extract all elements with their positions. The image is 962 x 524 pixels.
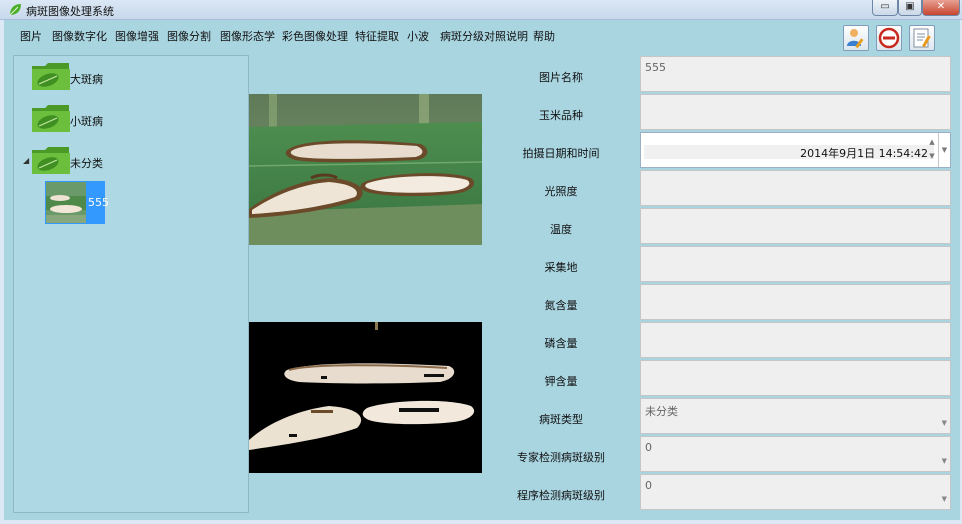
datetime-spinner[interactable]: ▲ ▼ [927, 135, 937, 165]
dropdown-arrow-icon[interactable]: ▼ [942, 457, 947, 465]
datetime-dropdown-icon[interactable]: ▼ [938, 133, 950, 167]
corn-variety-field[interactable] [640, 94, 951, 130]
menu-enhance[interactable]: 图像增强 [115, 28, 159, 44]
spin-up-icon[interactable]: ▲ [927, 135, 937, 149]
expert-grade-value: 0 [645, 441, 652, 454]
label-corn-variety: 玉米品种 [539, 109, 583, 122]
label-lesion-type: 病斑类型 [539, 413, 583, 426]
temperature-field[interactable] [640, 208, 951, 244]
program-grade-combobox[interactable]: 0 ▼ [640, 474, 951, 510]
user-edit-button[interactable] [843, 25, 869, 51]
menu-bar: 图片 图像数字化 图像增强 图像分割 图像形态学 彩色图像处理 特征提取 小波 … [4, 20, 960, 51]
collapse-arrow-icon[interactable]: ◢ [23, 156, 29, 165]
leaf-thumbnail [46, 182, 86, 223]
image-name-field[interactable]: 555 [640, 56, 951, 92]
label-capture-datetime: 拍摄日期和时间 [522, 147, 600, 160]
program-grade-value: 0 [645, 479, 652, 492]
illuminance-field[interactable] [640, 170, 951, 206]
label-phosphorus: 磷含量 [544, 337, 578, 350]
image-name-value: 555 [645, 61, 666, 74]
menu-feature-extraction[interactable]: 特征提取 [355, 28, 399, 44]
menu-image[interactable]: 图片 [20, 28, 42, 44]
dropdown-arrow-icon[interactable]: ▼ [942, 495, 947, 503]
label-collection-site: 采集地 [544, 261, 578, 274]
collection-site-field[interactable] [640, 246, 951, 282]
segmented-lesion-image [249, 322, 482, 473]
potassium-field[interactable] [640, 360, 951, 396]
tree-node-label: 小斑病 [70, 115, 103, 128]
title-bar: 病斑图像处理系统 ▭ ▣ ✕ [0, 0, 962, 20]
menu-help[interactable]: 帮助 [533, 28, 555, 44]
category-tree[interactable]: 大斑病 小斑病 ◢ 未分类 555 [13, 55, 249, 513]
datetime-input-area[interactable]: 2014年9月1日 14:54:42 [644, 145, 934, 160]
capture-datetime-value: 2014年9月1日 14:54:42 [800, 147, 928, 160]
menu-segment[interactable]: 图像分割 [167, 28, 211, 44]
label-image-name: 图片名称 [539, 71, 583, 84]
close-button[interactable]: ✕ [922, 0, 960, 16]
spin-down-icon[interactable]: ▼ [927, 149, 937, 163]
label-nitrogen: 氮含量 [544, 299, 578, 312]
original-leaf-image [249, 94, 482, 245]
app-leaf-icon [9, 4, 21, 16]
nitrogen-field[interactable] [640, 284, 951, 320]
lesion-type-value: 未分类 [645, 405, 678, 418]
folder-leaf-icon [32, 105, 70, 132]
minimize-button[interactable]: ▭ [872, 0, 898, 16]
window-title: 病斑图像处理系统 [26, 5, 114, 18]
menu-digitize[interactable]: 图像数字化 [52, 28, 107, 44]
dropdown-arrow-icon[interactable]: ▼ [942, 419, 947, 427]
lesion-type-combobox[interactable]: 未分类 ▼ [640, 398, 951, 434]
menu-grading-reference[interactable]: 病斑分级对照说明 [440, 28, 528, 44]
folder-leaf-icon [32, 147, 70, 174]
report-edit-button[interactable] [909, 25, 935, 51]
label-expert-grade: 专家检测病斑级别 [517, 451, 605, 464]
label-program-grade: 程序检测病斑级别 [517, 489, 605, 502]
expert-grade-combobox[interactable]: 0 ▼ [640, 436, 951, 472]
capture-datetime-picker[interactable]: 2014年9月1日 14:54:42 ▲ ▼ ▼ [640, 132, 951, 168]
tree-child-label: 555 [88, 196, 109, 209]
label-potassium: 钾含量 [544, 375, 578, 388]
label-temperature: 温度 [550, 223, 572, 236]
menu-wavelet[interactable]: 小波 [407, 28, 429, 44]
phosphorus-field[interactable] [640, 322, 951, 358]
folder-leaf-icon [32, 63, 70, 90]
tree-child-image-555[interactable]: 555 [45, 181, 109, 224]
label-illuminance: 光照度 [544, 185, 578, 198]
user-edit-icon [847, 29, 864, 49]
tree-node-label: 大斑病 [70, 73, 103, 86]
menu-morphology[interactable]: 图像形态学 [220, 28, 275, 44]
maximize-button[interactable]: ▣ [898, 0, 922, 16]
tree-node-label: 未分类 [70, 157, 103, 170]
exit-button[interactable] [876, 25, 902, 51]
menu-color-processing[interactable]: 彩色图像处理 [282, 28, 348, 44]
report-edit-icon [913, 28, 931, 48]
main-client-area: 图片 图像数字化 图像增强 图像分割 图像形态学 彩色图像处理 特征提取 小波 … [4, 20, 960, 520]
exit-icon [878, 27, 900, 49]
